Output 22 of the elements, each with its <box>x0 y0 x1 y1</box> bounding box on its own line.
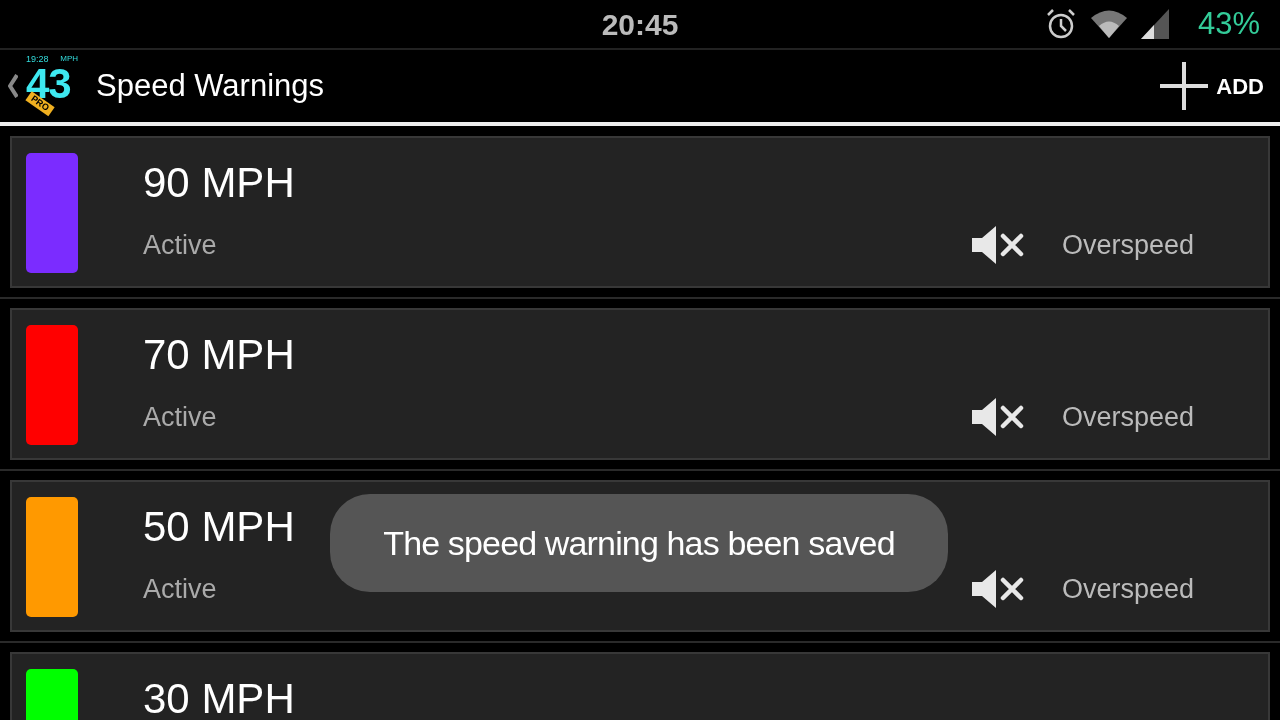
warning-type: Overspeed <box>1061 228 1194 262</box>
plus-icon <box>1160 62 1209 110</box>
speed-warning-card[interactable]: 70 MPH Active Overspeed <box>10 308 1270 460</box>
speed-limit: 90 MPH <box>143 162 295 204</box>
toast-message: The speed warning has been saved <box>330 494 948 592</box>
warning-type: Overspeed <box>1061 572 1194 606</box>
warning-type: Overspeed <box>1061 400 1194 434</box>
signal-icon <box>1139 8 1170 40</box>
status-text: Active <box>143 572 217 606</box>
status-text: Active <box>143 400 217 434</box>
status-text: Active <box>143 228 217 262</box>
speed-warning-card[interactable]: 30 MPH <box>10 652 1270 720</box>
status-time: 20:45 <box>601 6 679 43</box>
add-button[interactable]: ADD <box>1160 50 1280 122</box>
speed-limit: 50 MPH <box>143 506 295 548</box>
speed-warning-card[interactable]: 90 MPH Active Overspeed <box>10 136 1270 288</box>
speed-limit: 30 MPH <box>143 678 295 720</box>
screen-title: Speed Warnings <box>96 66 325 105</box>
speed-limit: 70 MPH <box>143 334 295 376</box>
back-caret-icon <box>8 74 18 98</box>
wifi-icon <box>1089 9 1128 39</box>
battery-percent: 43% <box>1197 4 1260 43</box>
